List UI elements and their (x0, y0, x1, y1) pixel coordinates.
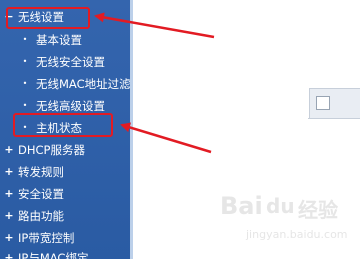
baidu-jingyan-watermark: Bai du 经验 jingyan.baidu.com (220, 192, 348, 241)
baidu-paw-icon: du (266, 194, 295, 218)
annotation-arrow-host-status (120, 122, 212, 154)
annotation-arrow-wireless (94, 12, 215, 39)
